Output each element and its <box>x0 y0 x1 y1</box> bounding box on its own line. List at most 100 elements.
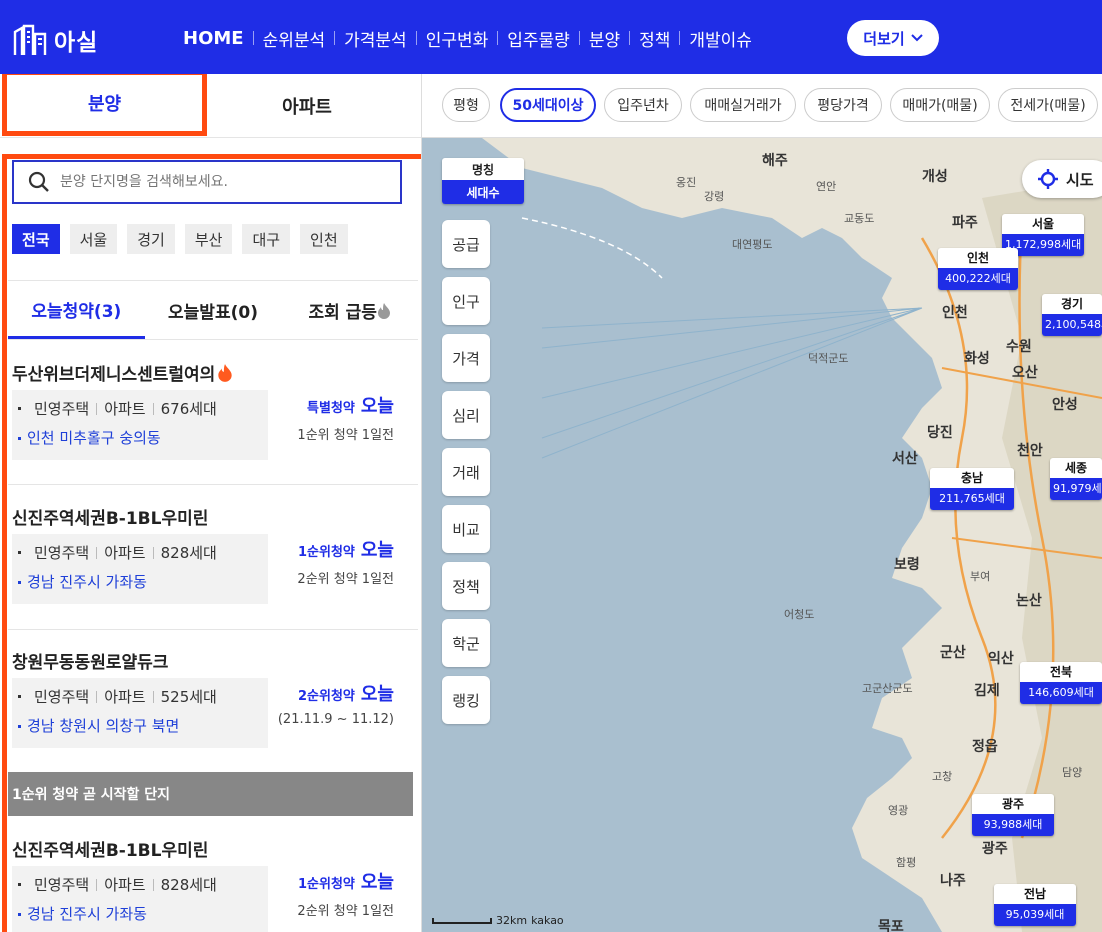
status-label: 1순위청약 <box>297 877 355 892</box>
status-label: 특별청약 <box>307 401 355 416</box>
region-marker-jeonbuk[interactable]: 전북 146,609세대 <box>1020 662 1102 704</box>
status-day: 오늘 <box>360 540 394 561</box>
subscription-status: 2순위청약 오늘 (21.11.9 ~ 11.12) <box>278 680 394 727</box>
list-item[interactable]: 신진주역세권B-1BL우미린 민영주택 아파트 828세대 경남 진주시 가좌동 1… <box>8 836 418 932</box>
sido-button[interactable]: 시도 <box>1022 160 1102 198</box>
bullet <box>18 883 21 886</box>
region-gyeonggi[interactable]: 경기 <box>127 224 175 254</box>
list-item[interactable]: 창원무동동원로얄듀크 민영주택 아파트 525세대 경남 창원시 의창구 북면 2순… <box>8 648 418 768</box>
region-marker-jeonnam[interactable]: 전남 95,039세대 <box>994 884 1076 926</box>
place-label: 군산 <box>940 645 966 661</box>
scale-bar <box>432 917 492 924</box>
marker-value: 146,609세대 <box>1020 682 1102 704</box>
tab-apartment[interactable]: 아파트 <box>207 74 407 138</box>
place-label: 인천 <box>942 305 968 321</box>
map-btn-school[interactable]: 학군 <box>442 619 490 667</box>
building-kind: 아파트 <box>104 876 146 894</box>
map-btn-transaction[interactable]: 거래 <box>442 448 490 496</box>
place-label: 어청도 <box>784 608 815 621</box>
search-icon <box>28 171 49 192</box>
filter-move-in-year[interactable]: 입주년차 <box>604 88 682 122</box>
scale-text: 32km <box>496 914 528 927</box>
region-incheon[interactable]: 인천 <box>300 224 348 254</box>
tab-trending[interactable]: 조회 급등 <box>281 282 418 339</box>
tab-today-announcement[interactable]: 오늘발표(0) <box>145 282 282 339</box>
region-filter: 전국 서울 경기 부산 대구 인천 <box>12 224 348 254</box>
map-view[interactable]: 평형 50세대이상 입주년차 매매실거래가 평당가격 매매가(매물) 전세가(매… <box>422 74 1102 932</box>
nav-price-analysis[interactable]: 가격분석 <box>335 26 416 51</box>
subscription-status: 1순위청약 오늘 2순위 청약 1일전 <box>297 536 394 587</box>
filter-50-units[interactable]: 50세대이상 <box>500 88 596 122</box>
legend-units: 세대수 <box>442 180 524 204</box>
chevron-down-icon <box>910 34 923 42</box>
place-label: 함평 <box>896 856 917 869</box>
region-marker-chungnam[interactable]: 충남 211,765세대 <box>930 468 1014 510</box>
tab-presale[interactable]: 분양 <box>2 74 207 136</box>
filter-trade-price[interactable]: 매매실거래가 <box>690 88 796 122</box>
marker-value: 2,100,548세대 <box>1042 314 1102 336</box>
region-all[interactable]: 전국 <box>12 224 60 254</box>
region-marker-gwangju[interactable]: 광주 93,988세대 <box>972 794 1054 836</box>
region-daegu[interactable]: 대구 <box>242 224 291 254</box>
unit-count: 828세대 <box>160 544 217 562</box>
place-label: 논산 <box>1016 593 1042 609</box>
nav-population[interactable]: 인구변화 <box>417 26 498 51</box>
map-btn-population[interactable]: 인구 <box>442 277 490 325</box>
status-day: 오늘 <box>360 396 394 417</box>
region-marker-incheon[interactable]: 인천 400,222세대 <box>938 248 1018 290</box>
location-link[interactable]: 경남 창원시 의창구 북면 <box>27 717 179 735</box>
nav-policy[interactable]: 정책 <box>630 26 679 51</box>
place-label: 해주 <box>762 153 788 169</box>
place-label: 개성 <box>922 169 948 185</box>
status-detail: 2순위 청약 1일전 <box>297 904 394 919</box>
complex-name-text: 신진주역세권B-1BL우미린 <box>12 841 209 861</box>
place-label: 고군산군도 <box>862 682 913 695</box>
more-button[interactable]: 더보기 <box>847 20 939 56</box>
map-legend: 명칭 세대수 <box>442 158 524 204</box>
region-seoul[interactable]: 서울 <box>69 224 118 254</box>
complex-name: 창원무동동원로얄듀크 <box>12 648 168 673</box>
filter-sale-listing[interactable]: 매매가(매물) <box>890 88 990 122</box>
list-item[interactable]: 신진주역세권B-1BL우미린 민영주택 아파트 828세대 경남 진주시 가좌동 1… <box>8 504 418 624</box>
map-btn-sentiment[interactable]: 심리 <box>442 391 490 439</box>
filter-bar: 평형 50세대이상 입주년차 매매실거래가 평당가격 매매가(매물) 전세가(매… <box>422 74 1102 138</box>
nav-development[interactable]: 개발이슈 <box>680 26 761 51</box>
map-btn-price[interactable]: 가격 <box>442 334 490 382</box>
bullet <box>18 551 21 554</box>
map-btn-compare[interactable]: 비교 <box>442 505 490 553</box>
region-marker-gyeonggi[interactable]: 경기 2,100,548세대 <box>1042 294 1102 336</box>
tab-today-subscription[interactable]: 오늘청약(3) <box>8 282 145 339</box>
filter-size[interactable]: 평형 <box>442 88 490 122</box>
place-label: 오산 <box>1012 365 1038 381</box>
place-label: 익산 <box>988 651 1014 667</box>
place-label: 천안 <box>1017 443 1043 459</box>
marker-name: 인천 <box>938 248 1018 268</box>
list-item[interactable]: 두산위브더제니스센트럴여의 민영주택 아파트 676세대 인천 미추홀구 숭의동 특… <box>8 360 418 480</box>
map-btn-supply[interactable]: 공급 <box>442 220 490 268</box>
nav-presale[interactable]: 분양 <box>580 26 629 51</box>
search-box[interactable] <box>12 160 402 204</box>
nav-home[interactable]: HOME <box>183 28 253 49</box>
nav-rank-analysis[interactable]: 순위분석 <box>254 26 335 51</box>
region-marker-sejong[interactable]: 세종 91,979세대 <box>1050 458 1102 500</box>
location-link[interactable]: 경남 진주시 가좌동 <box>27 905 147 923</box>
map-btn-ranking[interactable]: 랭킹 <box>442 676 490 724</box>
nav-supply[interactable]: 입주물량 <box>498 26 579 51</box>
location-link[interactable]: 인천 미추홀구 숭의동 <box>27 429 161 447</box>
map-btn-policy[interactable]: 정책 <box>442 562 490 610</box>
subscription-status: 특별청약 오늘 1순위 청약 1일전 <box>297 392 394 443</box>
location-link[interactable]: 경남 진주시 가좌동 <box>27 573 147 591</box>
subscription-status: 1순위청약 오늘 2순위 청약 1일전 <box>297 868 394 919</box>
place-label: 영광 <box>888 804 909 817</box>
filter-jeonse-listing[interactable]: 전세가(매물) <box>998 88 1098 122</box>
site-logo[interactable]: 아실 <box>12 22 128 58</box>
search-input[interactable] <box>60 174 380 190</box>
unit-count: 525세대 <box>160 688 217 706</box>
region-busan[interactable]: 부산 <box>184 224 233 254</box>
marker-value: 91,979세대 <box>1050 478 1102 500</box>
status-detail: 1순위 청약 1일전 <box>297 428 394 443</box>
marker-value: 93,988세대 <box>972 814 1054 836</box>
status-detail: (21.11.9 ~ 11.12) <box>277 712 394 727</box>
place-label: 목포 <box>878 919 904 932</box>
filter-price-per-pyeong[interactable]: 평당가격 <box>804 88 882 122</box>
